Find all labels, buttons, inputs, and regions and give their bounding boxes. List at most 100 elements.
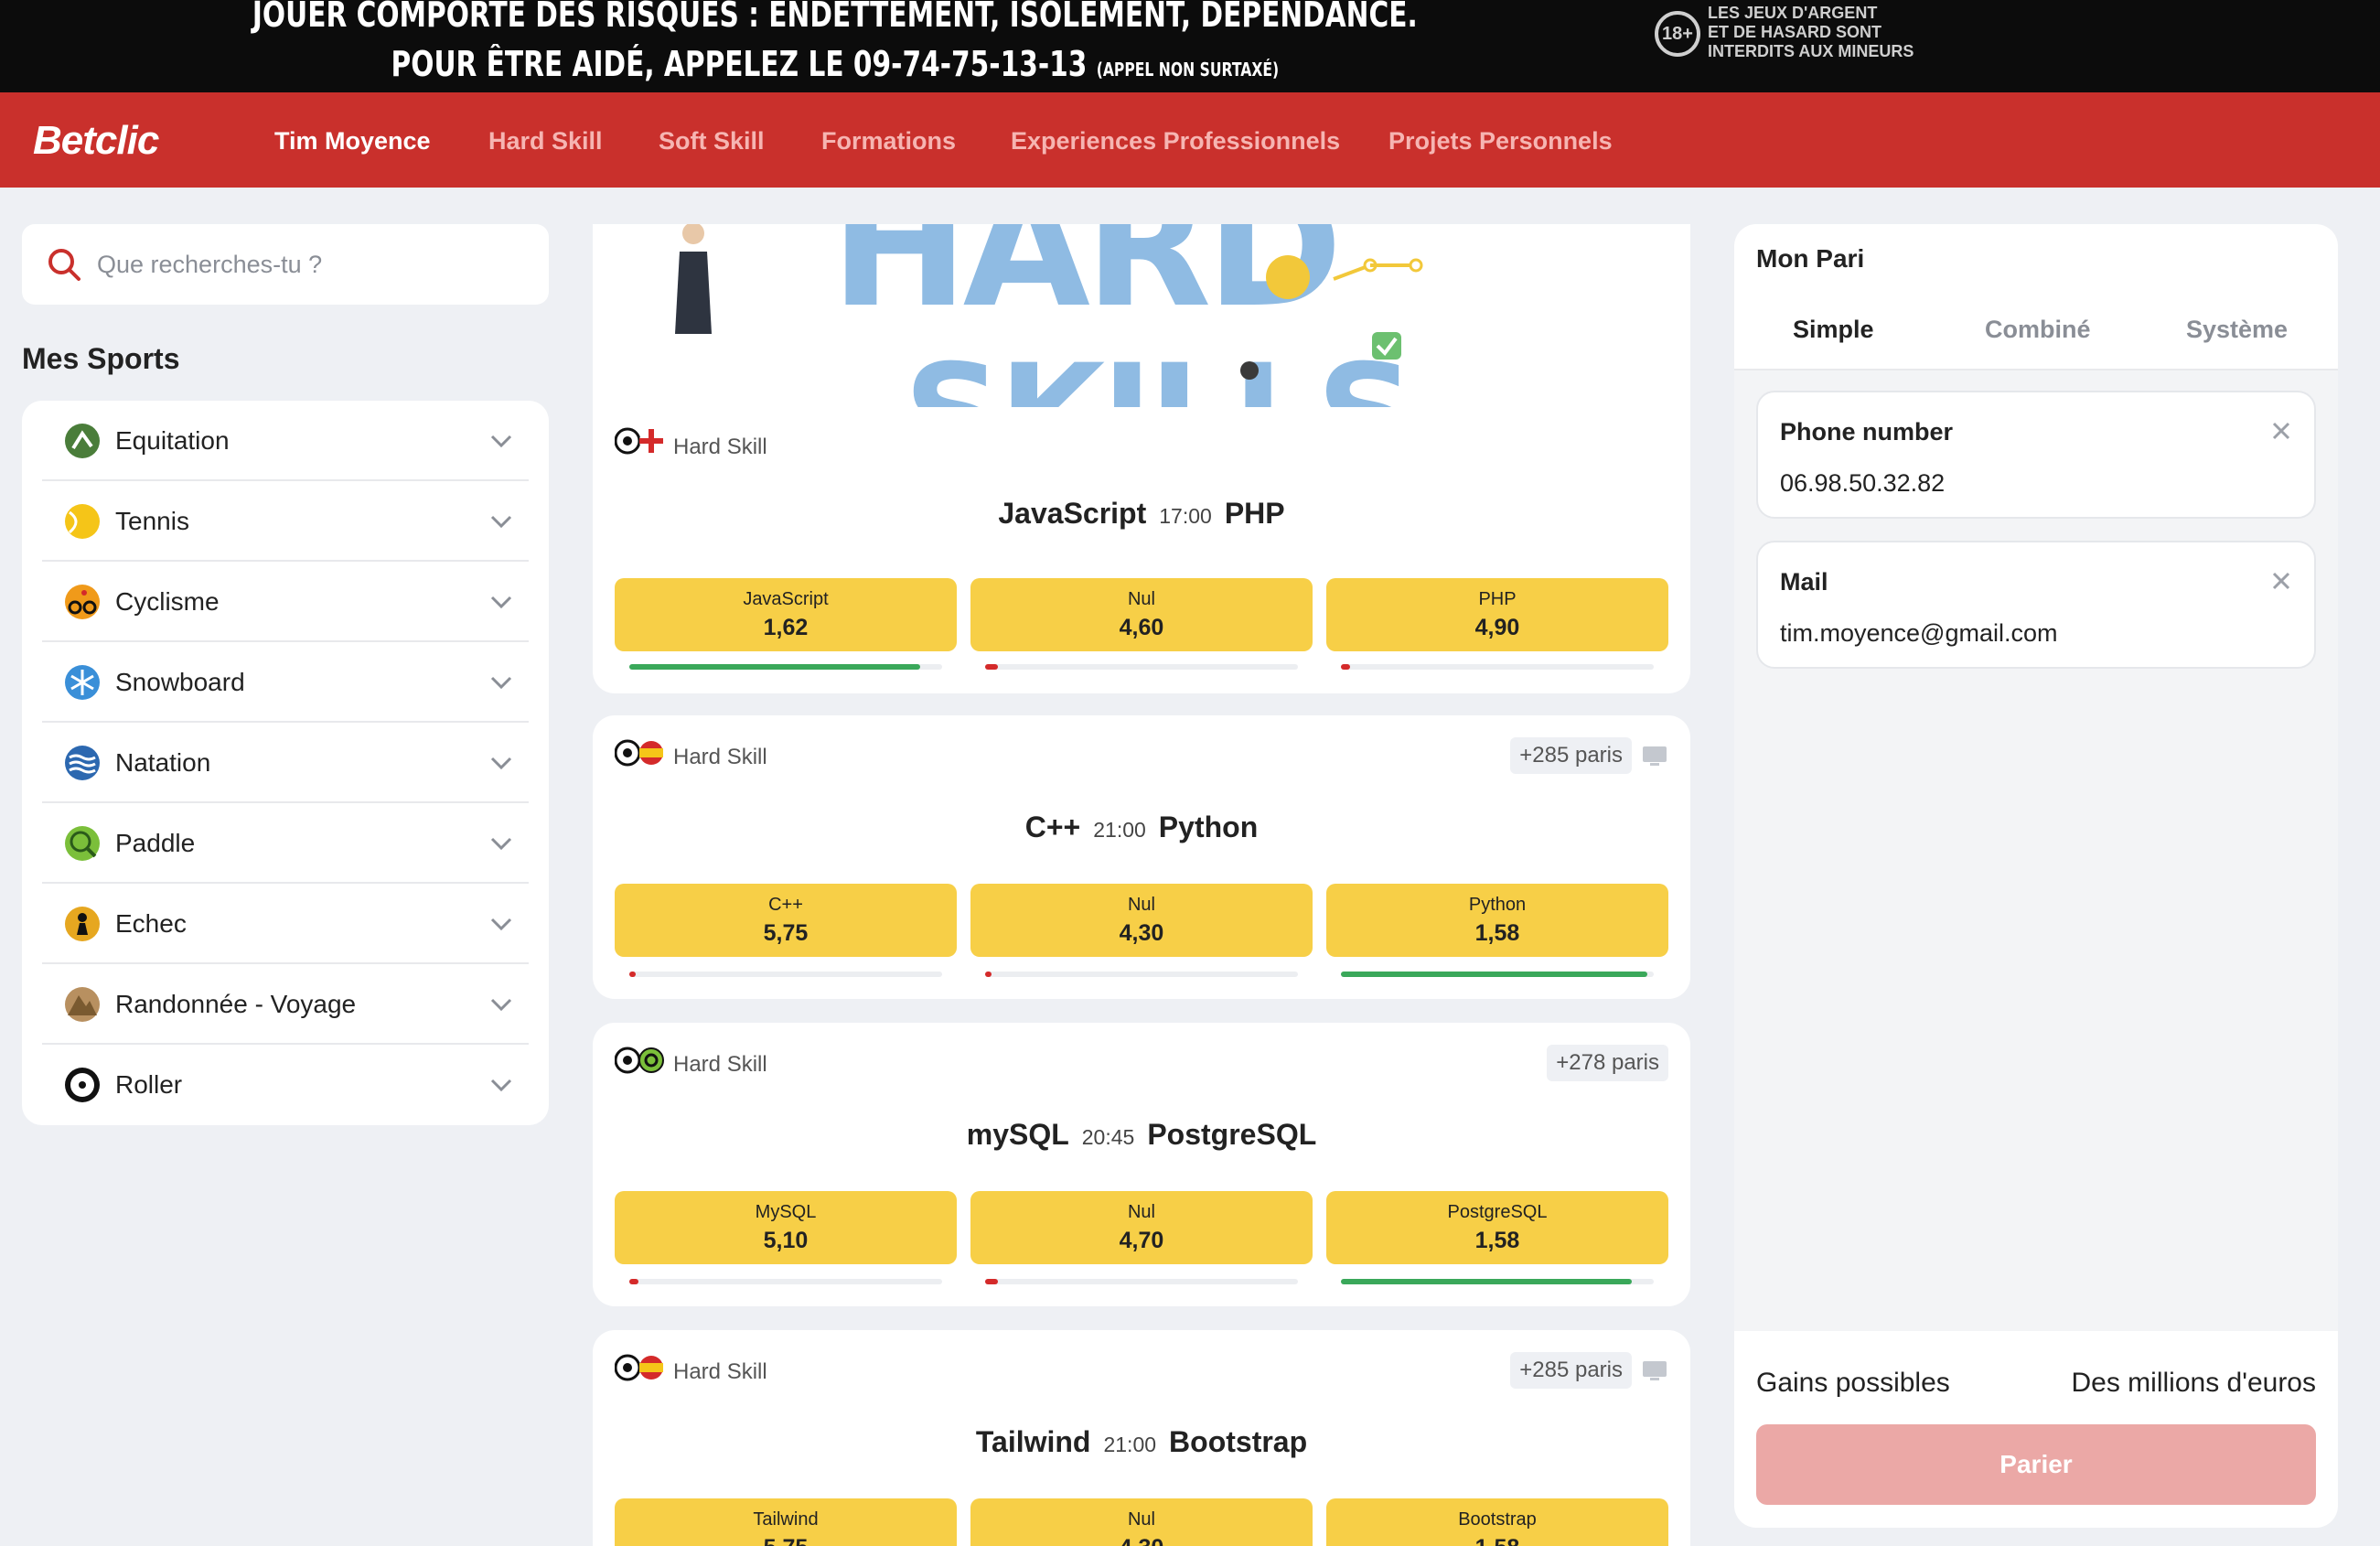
odd-label: C++ bbox=[768, 895, 803, 915]
league-label: Hard Skill bbox=[673, 435, 767, 459]
tab-systeme[interactable]: Système bbox=[2186, 316, 2288, 344]
team-1-name: JavaScript bbox=[998, 497, 1147, 530]
live-stream-icon[interactable] bbox=[1641, 1359, 1668, 1381]
helpline-note: (APPEL NON SURTAXÉ) bbox=[1096, 59, 1280, 81]
bets-count-badge[interactable]: +285 paris bbox=[1510, 1352, 1632, 1389]
chess-pawn-icon bbox=[65, 907, 100, 941]
odd-label: Nul bbox=[1127, 1509, 1155, 1530]
nav-hard-skill[interactable]: Hard Skill bbox=[488, 127, 603, 156]
contact-card-value: tim.moyence@gmail.com bbox=[1780, 619, 2058, 647]
chevron-down-icon[interactable] bbox=[488, 831, 514, 856]
match-title[interactable]: Tailwind 21:00 Bootstrap bbox=[593, 1425, 1690, 1459]
warning-line-1: JOUER COMPORTE DES RISQUES : ENDETTEMENT… bbox=[252, 0, 1418, 35]
nav-soft-skill[interactable]: Soft Skill bbox=[659, 127, 765, 156]
odd-button-draw[interactable]: Nul 4,70 bbox=[970, 1191, 1313, 1264]
odd-value: 5,75 bbox=[615, 1535, 957, 1546]
bets-count-badge[interactable]: +278 paris bbox=[1547, 1045, 1668, 1081]
search-bar bbox=[22, 224, 549, 305]
contact-card-mail: Mail tim.moyence@gmail.com bbox=[1756, 541, 2316, 669]
chevron-down-icon[interactable] bbox=[488, 428, 514, 454]
match-title[interactable]: C++ 21:00 Python bbox=[593, 811, 1690, 844]
odd-button-team2[interactable]: PostgreSQL 1,58 bbox=[1326, 1191, 1668, 1264]
close-icon[interactable] bbox=[2270, 420, 2292, 442]
potential-gains-label: Gains possibles bbox=[1756, 1368, 1950, 1398]
odd-label: Python bbox=[1468, 895, 1527, 915]
betclic-logo[interactable]: Betclic bbox=[33, 118, 159, 164]
odd-button-team2[interactable]: Bootstrap 1,58 bbox=[1326, 1498, 1668, 1546]
contact-card-title: Mail bbox=[1780, 568, 1828, 596]
sport-label: Echec bbox=[115, 909, 187, 938]
team-2-name: Python bbox=[1158, 811, 1259, 843]
nav-experiences[interactable]: Experiences Professionnels bbox=[1011, 127, 1340, 156]
chevron-down-icon[interactable] bbox=[488, 911, 514, 937]
sport-item-cyclisme[interactable]: Cyclisme bbox=[42, 562, 529, 642]
sport-item-roller[interactable]: Roller bbox=[42, 1045, 529, 1125]
odd-button-team1[interactable]: MySQL 5,10 bbox=[615, 1191, 957, 1264]
tab-simple[interactable]: Simple bbox=[1793, 316, 1874, 344]
odd-value: 5,75 bbox=[763, 920, 809, 946]
top-navigation: Betclic Tim Moyence Hard Skill Soft Skil… bbox=[0, 92, 2380, 188]
flag-spain-icon bbox=[615, 1354, 663, 1381]
tab-combine[interactable]: Combiné bbox=[1985, 316, 2091, 344]
team-2-name: Bootstrap bbox=[1169, 1425, 1308, 1458]
odd-button-draw[interactable]: Nul 4,30 bbox=[970, 1498, 1313, 1546]
odd-label: JavaScript bbox=[743, 589, 829, 609]
odd-button-team1[interactable]: JavaScript 1,62 bbox=[615, 578, 957, 651]
odd-value: 4,30 bbox=[970, 1535, 1313, 1546]
sport-item-echec[interactable]: Echec bbox=[42, 884, 529, 964]
age-restriction-icon: 18+ bbox=[1655, 11, 1700, 57]
warning-line-2: POUR ÊTRE AIDÉ, APPELEZ LE 09-74-75-13-1… bbox=[250, 44, 1420, 84]
contact-card-phone: Phone number 06.98.50.32.82 bbox=[1756, 391, 2316, 519]
sport-item-snowboard[interactable]: Snowboard bbox=[42, 642, 529, 723]
match-title[interactable]: mySQL 20:45 PostgreSQL bbox=[593, 1118, 1690, 1152]
sport-item-randonnee[interactable]: Randonnée - Voyage bbox=[42, 964, 529, 1045]
odd-value: 4,60 bbox=[1119, 615, 1164, 640]
team-1-name: mySQL bbox=[966, 1118, 1069, 1151]
chevron-down-icon[interactable] bbox=[488, 670, 514, 695]
live-stream-icon[interactable] bbox=[1641, 745, 1668, 767]
odd-button-team1[interactable]: C++ 5,75 bbox=[615, 884, 957, 957]
odd-button-team1[interactable]: Tailwind 5,75 bbox=[615, 1498, 957, 1546]
nav-tim-moyence[interactable]: Tim Moyence bbox=[274, 127, 431, 156]
match-title[interactable]: JavaScript 17:00 PHP bbox=[593, 497, 1690, 531]
chevron-down-icon[interactable] bbox=[488, 992, 514, 1017]
odd-button-draw[interactable]: Nul 4,30 bbox=[970, 884, 1313, 957]
odd-value: 4,30 bbox=[1119, 920, 1164, 946]
team-2-name: PostgreSQL bbox=[1147, 1118, 1317, 1151]
sport-item-equitation[interactable]: Equitation bbox=[42, 401, 529, 481]
search-input[interactable] bbox=[97, 244, 527, 285]
svg-text:SKILLS: SKILLS bbox=[904, 336, 1411, 407]
odd-button-team2[interactable]: Python 1,58 bbox=[1326, 884, 1668, 957]
odd-value: 4,70 bbox=[1119, 1228, 1164, 1253]
nav-formations[interactable]: Formations bbox=[821, 127, 956, 156]
team-2-name: PHP bbox=[1224, 497, 1285, 530]
odd-value: 1,58 bbox=[1326, 1535, 1668, 1546]
bet-slip-title: Mon Pari bbox=[1756, 244, 1865, 273]
odd-percentage-bar bbox=[985, 664, 1298, 670]
odd-button-draw[interactable]: Nul 4,60 bbox=[970, 578, 1313, 651]
odd-percentage-bar bbox=[629, 664, 942, 670]
place-bet-button[interactable]: Parier bbox=[1756, 1424, 2316, 1505]
close-icon[interactable] bbox=[2270, 570, 2292, 592]
sport-item-natation[interactable]: Natation bbox=[42, 723, 529, 803]
sports-list: Equitation Tennis Cyclisme Snowboard Nat… bbox=[22, 401, 549, 1125]
nav-projets[interactable]: Projets Personnels bbox=[1388, 127, 1613, 156]
match-time: 21:00 bbox=[1103, 1433, 1157, 1456]
sport-item-tennis[interactable]: Tennis bbox=[42, 481, 529, 562]
odd-label: PHP bbox=[1478, 589, 1517, 609]
sport-item-paddle[interactable]: Paddle bbox=[42, 803, 529, 884]
bets-count-badge[interactable]: +285 paris bbox=[1510, 737, 1632, 774]
match-card-1: HARD SKILLS Hard Skill JavaScript 17:00 PH… bbox=[593, 224, 1690, 693]
team-1-name: C++ bbox=[1024, 811, 1081, 843]
odd-button-team2[interactable]: PHP 4,90 bbox=[1326, 578, 1668, 651]
odd-value: 5,10 bbox=[763, 1228, 809, 1253]
hard-skills-illustration: HARD SKILLS bbox=[593, 224, 1690, 407]
bet-slip-body: Phone number 06.98.50.32.82 Mail tim.moy… bbox=[1734, 370, 2338, 1331]
odd-percentage-bar bbox=[985, 1279, 1298, 1284]
chevron-down-icon[interactable] bbox=[488, 750, 514, 776]
chevron-down-icon[interactable] bbox=[488, 509, 514, 534]
chevron-down-icon[interactable] bbox=[488, 1072, 514, 1098]
age-text-line-1: LES JEUX D'ARGENT bbox=[1708, 4, 1878, 22]
mountain-icon bbox=[65, 987, 100, 1022]
chevron-down-icon[interactable] bbox=[488, 589, 514, 615]
